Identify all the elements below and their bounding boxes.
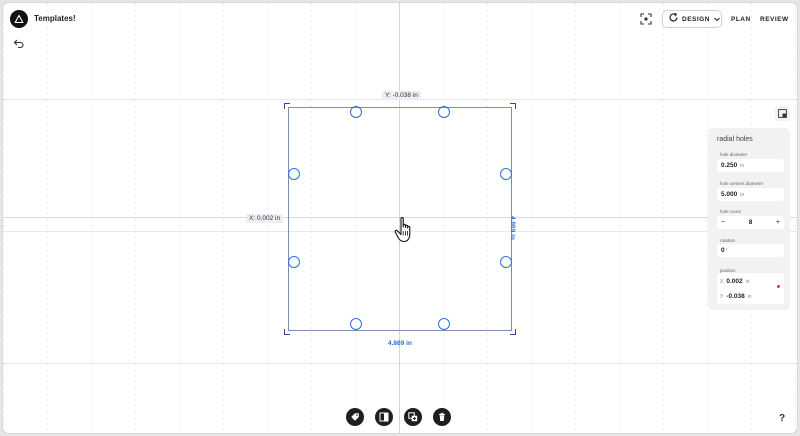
position-indicator — [777, 285, 780, 288]
nav-review[interactable]: REVIEW — [760, 16, 789, 23]
width-dimension: 4.869 in — [388, 340, 412, 347]
position-x-value: 0.002 — [726, 278, 743, 285]
y-offset-label: Y: -0.038 in — [382, 91, 421, 100]
panel-title: radial holes — [717, 136, 753, 143]
resize-handle-top-right[interactable] — [510, 103, 516, 109]
bottom-toolbar — [346, 408, 451, 426]
nav-plan[interactable]: PLAN — [731, 16, 751, 23]
rotation-unit: ° — [725, 247, 728, 254]
decrement-button[interactable]: − — [721, 219, 725, 226]
position-x-unit: in — [745, 279, 750, 285]
hole-centers-diameter-value: 5.000 — [721, 191, 738, 198]
position-field[interactable]: X 0.002 in Y -0.038 in — [717, 273, 784, 304]
position-y-unit: in — [747, 294, 752, 300]
scan-icon[interactable] — [639, 12, 653, 26]
split-icon[interactable] — [375, 408, 393, 426]
radial-hole[interactable] — [500, 168, 512, 180]
x-offset-label: X: 0.002 in — [246, 214, 284, 223]
hole-diameter-value: 0.250 — [721, 162, 738, 169]
trash-icon[interactable] — [433, 408, 451, 426]
logo-icon[interactable] — [10, 10, 28, 28]
hole-diameter-unit: in — [740, 162, 745, 169]
refresh-icon — [668, 10, 679, 28]
hole-centers-diameter-label: hole centers diameter — [720, 181, 764, 186]
pointer-hand-icon — [393, 215, 419, 245]
position-y-axis: Y — [720, 294, 724, 300]
position-y-row[interactable]: Y -0.038 in — [720, 293, 752, 300]
app-window: Templates! DESIGN PLAN REVIEW Y: -0.038 … — [3, 3, 797, 433]
hole-count-value: 8 — [748, 219, 753, 226]
hole-count-label: hole count — [720, 209, 741, 214]
position-x-axis: X — [720, 279, 724, 285]
radial-hole[interactable] — [350, 318, 362, 330]
rotation-field[interactable]: 0 ° — [717, 244, 784, 257]
panel-toggle-icon[interactable] — [775, 106, 790, 121]
resize-handle-bottom-right[interactable] — [510, 329, 516, 335]
radial-hole[interactable] — [438, 318, 450, 330]
add-layer-icon[interactable] — [404, 408, 422, 426]
radial-hole[interactable] — [288, 168, 300, 180]
resize-handle-bottom-left[interactable] — [284, 329, 290, 335]
height-dimension: 4.869 in — [509, 216, 516, 240]
hole-count-stepper[interactable]: − 8 + — [717, 216, 784, 229]
hole-diameter-field[interactable]: 0.250 in — [717, 159, 784, 172]
radial-hole[interactable] — [288, 256, 300, 268]
mode-selector[interactable]: DESIGN — [662, 10, 722, 28]
hole-centers-diameter-field[interactable]: 5.000 in — [717, 188, 784, 201]
project-title[interactable]: Templates! — [34, 14, 76, 23]
undo-icon[interactable] — [13, 36, 25, 49]
rotation-value: 0 — [721, 247, 725, 254]
radial-hole[interactable] — [438, 106, 450, 118]
properties-panel: radial holes hole diameter 0.250 in hole… — [708, 128, 790, 310]
rotation-label: rotation — [720, 238, 736, 243]
radial-hole[interactable] — [500, 256, 512, 268]
position-x-row[interactable]: X 0.002 in — [720, 278, 750, 285]
radial-hole[interactable] — [350, 106, 362, 118]
chevron-down-icon — [713, 10, 721, 28]
help-button[interactable]: ? — [779, 413, 785, 424]
tag-icon[interactable] — [346, 408, 364, 426]
mode-label: DESIGN — [682, 15, 710, 23]
resize-handle-top-left[interactable] — [284, 103, 290, 109]
position-y-value: -0.038 — [726, 293, 745, 300]
increment-button[interactable]: + — [776, 219, 780, 226]
hole-diameter-label: hole diameter — [720, 152, 748, 157]
hole-centers-diameter-unit: in — [740, 191, 745, 198]
